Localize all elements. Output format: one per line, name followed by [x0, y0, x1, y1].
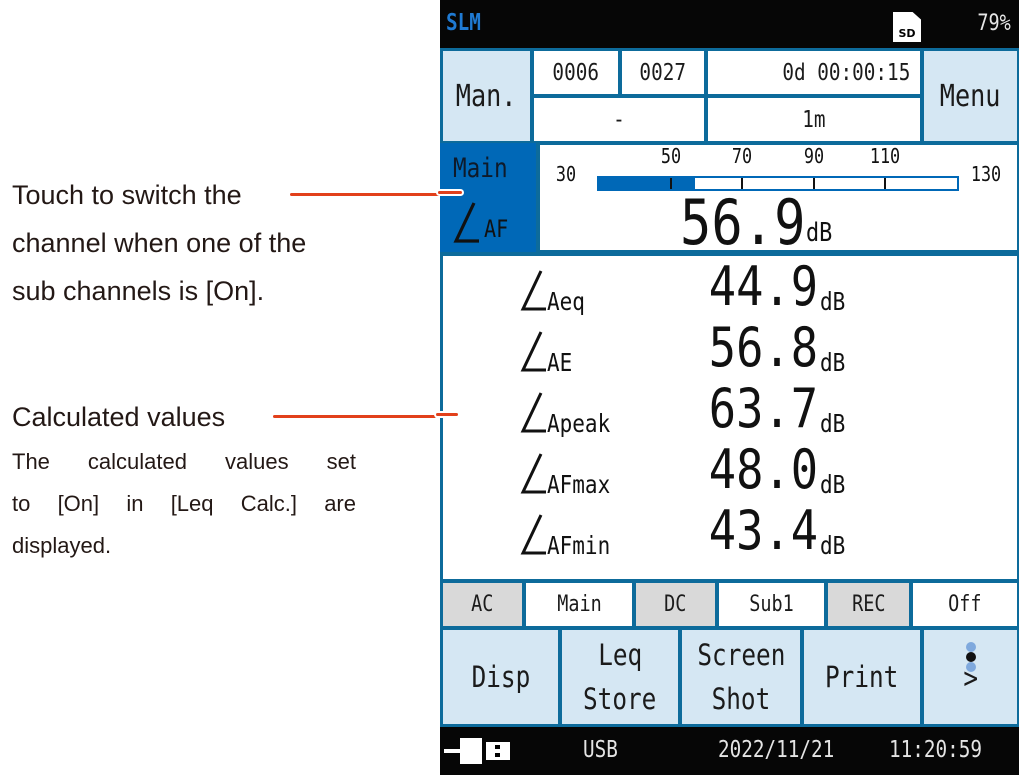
connection-status: USB	[583, 737, 618, 763]
calc-unit: dB	[820, 287, 846, 316]
sd-card-icon: SD	[893, 12, 921, 42]
level-symbol-icon	[520, 270, 546, 311]
elapsed-time: 0d 00:00:15	[708, 51, 920, 94]
measurement-time-field: 1m	[708, 98, 920, 141]
annotation-calculated-line-2: to [On] in [Leq Calc.] are	[12, 491, 356, 516]
channel-label: Main	[453, 153, 508, 184]
next-page-button[interactable]: >	[924, 630, 1017, 724]
calc-value: 43.4	[708, 499, 818, 562]
app-name: SLM	[446, 10, 481, 36]
leader-line-calculated	[273, 415, 436, 418]
calc-subscript: AFmin	[547, 531, 611, 560]
status-label-ac: AC	[443, 583, 522, 626]
calc-subscript: AFmax	[547, 470, 611, 499]
status-value-ac: Main	[526, 583, 632, 626]
leq-store-button[interactable]: Leq Store	[562, 630, 678, 724]
leader-line-calculated-tip	[434, 411, 460, 418]
status-label-rec: REC	[828, 583, 909, 626]
disp-button[interactable]: Disp	[443, 630, 558, 724]
store-name-field: -	[534, 98, 704, 141]
leader-line-channel-tip	[436, 189, 464, 196]
calc-unit: dB	[820, 470, 846, 499]
scale-max-label: 130	[970, 162, 1002, 186]
level-symbol-icon	[520, 453, 546, 494]
calc-value: 48.0	[708, 438, 818, 501]
chevron-right-icon: >	[963, 661, 978, 695]
level-symbol-icon	[520, 331, 546, 372]
footer-time: 11:20:59	[889, 737, 983, 763]
page-dot	[965, 642, 976, 652]
counter-2: 0027	[622, 51, 704, 94]
annotation-calculated-line-3: displayed.	[12, 533, 112, 558]
calc-subscript: Apeak	[547, 409, 611, 438]
scale-tick-label: 50	[660, 144, 681, 168]
calc-value: 44.9	[708, 255, 818, 318]
status-label-dc: DC	[636, 583, 715, 626]
scale-tick-label: 70	[732, 144, 753, 168]
calc-subscript: Aeq	[547, 287, 585, 316]
calc-unit: dB	[820, 409, 846, 438]
leader-line-channel	[290, 193, 450, 196]
scale-tick-label: 110	[870, 144, 901, 168]
calc-subscript: AE	[547, 348, 573, 377]
scale-min-label: 30	[555, 162, 577, 186]
calc-value: 63.7	[708, 377, 818, 440]
battery-level: 79%	[977, 11, 1011, 36]
status-value-rec: Off	[913, 583, 1017, 626]
annotation-channel-line-2: channel when one of the	[12, 228, 307, 258]
level-symbol-icon	[453, 202, 479, 243]
annotation-calculated-title: Calculated values	[12, 402, 226, 432]
calc-value: 56.8	[708, 316, 818, 379]
menu-button[interactable]: Menu	[924, 51, 1017, 141]
status-header	[440, 0, 1019, 48]
annotation-calculated-line-1: The calculated values set	[12, 449, 356, 474]
counter-1: 0006	[534, 51, 618, 94]
meter-tick-90	[812, 178, 815, 189]
meter-tick-50	[669, 178, 672, 189]
meter-tick-110	[884, 178, 887, 189]
usb-plug-icon	[444, 738, 510, 764]
level-symbol-icon	[520, 392, 546, 433]
calc-unit: dB	[820, 531, 846, 560]
screen-shot-button[interactable]: Screen Shot	[682, 630, 800, 724]
status-value-dc: Sub1	[719, 583, 824, 626]
annotation-channel-line-3: sub channels is [On].	[12, 276, 265, 306]
footer-date: 2022/11/21	[718, 737, 835, 763]
level-symbol-icon	[520, 514, 546, 555]
channel-switch-button[interactable]: Main AF	[440, 143, 536, 252]
measurement-mode-button[interactable]: Man.	[443, 51, 530, 141]
calc-unit: dB	[820, 348, 846, 377]
print-button[interactable]: Print	[804, 630, 920, 724]
annotation-channel-line-1: Touch to switch the	[12, 180, 242, 210]
level-unit: dB	[806, 218, 833, 248]
scale-tick-label: 90	[803, 144, 824, 168]
level-subscript: AF	[484, 215, 509, 243]
page-indicator	[958, 642, 984, 672]
